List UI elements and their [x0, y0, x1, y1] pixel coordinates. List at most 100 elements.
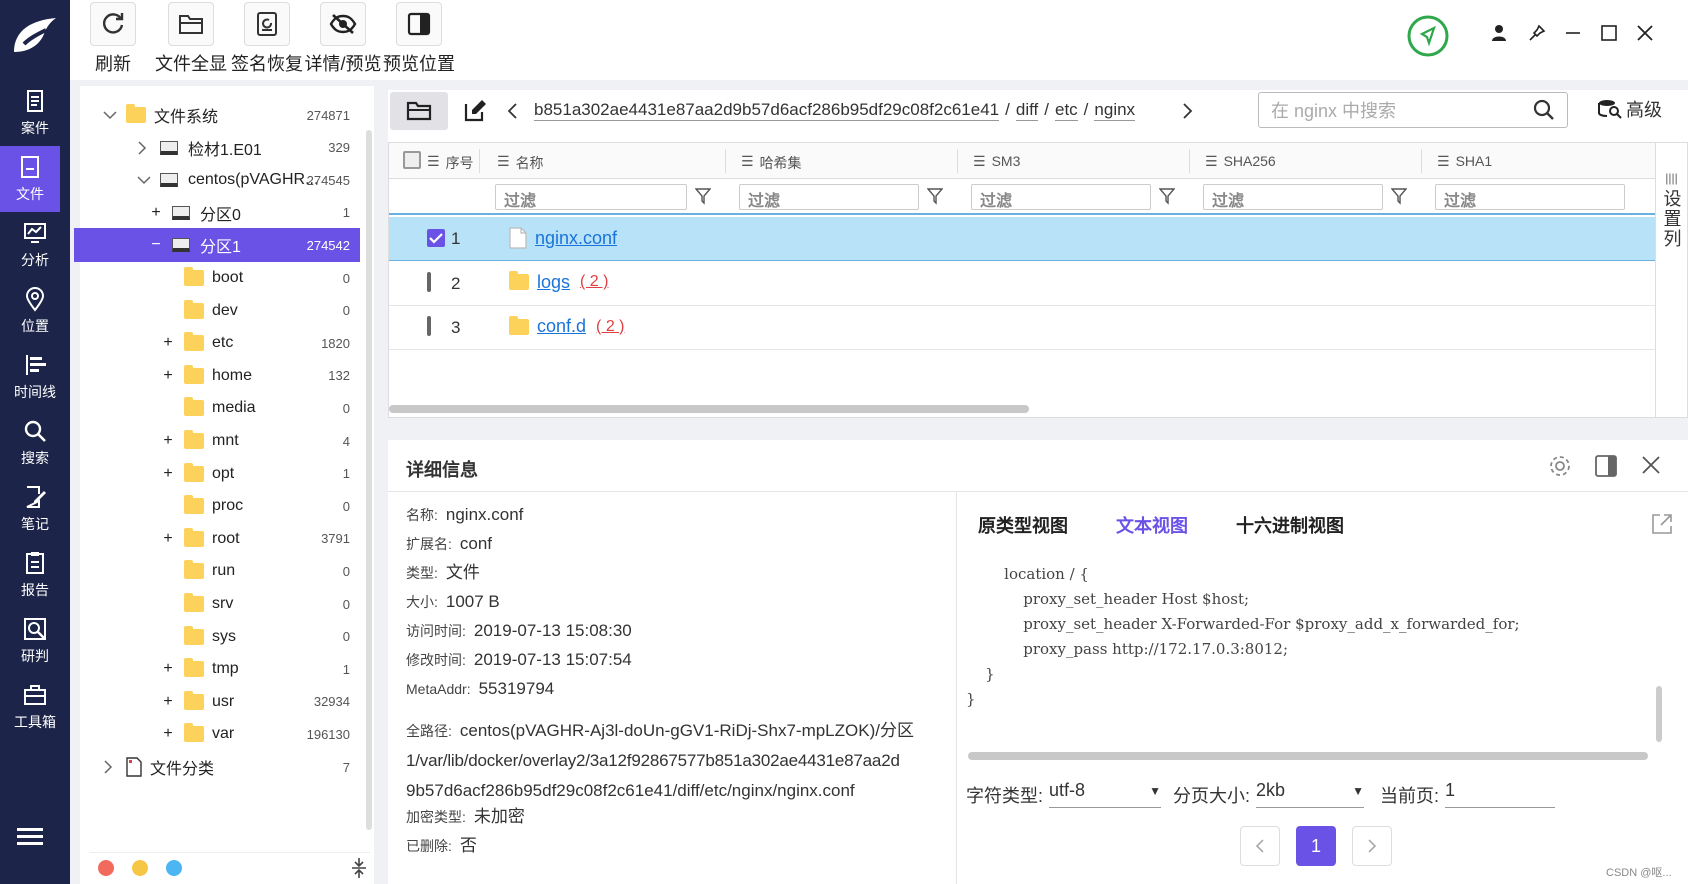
code-vscrollbar[interactable] — [1656, 686, 1662, 742]
settings-gear-icon[interactable] — [1548, 454, 1572, 478]
folder-view-button[interactable] — [390, 92, 448, 130]
advanced-search-button[interactable]: 高级 — [1598, 96, 1662, 122]
column-settings-button[interactable]: |||| 设置列 — [1656, 142, 1688, 418]
table-row[interactable]: 2 logs ( 2 ) — [389, 262, 1655, 306]
col-header-sm3[interactable]: ☰ SM3 — [973, 153, 1020, 170]
connection-status-icon[interactable] — [1406, 14, 1450, 58]
expand-toggle-icon[interactable]: + — [160, 693, 176, 711]
tree-item[interactable]: + 分区0 1 — [80, 196, 360, 230]
detail-preview-button[interactable]: 详情/预览 — [304, 2, 382, 78]
select-all-checkbox[interactable] — [403, 151, 421, 169]
menu-icon[interactable] — [17, 826, 43, 846]
breadcrumb-segment[interactable]: b851a302ae4431e87aa2d9b57d6acf286b95df29… — [534, 100, 1000, 121]
row-checkbox[interactable] — [427, 271, 431, 292]
tab-raw-view[interactable]: 原类型视图 — [978, 512, 1068, 538]
child-count[interactable]: ( 2 ) — [596, 318, 624, 336]
nav-item-judge[interactable]: 研判 — [0, 608, 70, 674]
expand-toggle-icon[interactable]: + — [148, 204, 164, 222]
sha1-filter-input[interactable]: 过滤 — [1435, 184, 1625, 210]
page-number-button[interactable]: 1 — [1296, 826, 1336, 866]
close-detail-icon[interactable] — [1640, 454, 1662, 476]
tree-item[interactable]: + opt 1 — [80, 457, 360, 491]
edit-path-icon[interactable] — [462, 98, 488, 124]
maximize-icon[interactable] — [1594, 18, 1624, 48]
nav-item-notes[interactable]: 笔记 — [0, 476, 70, 542]
split-panel-icon[interactable] — [1594, 454, 1618, 478]
col-header-sha256[interactable]: ☰ SHA256 — [1205, 153, 1276, 170]
tree-item[interactable]: sys 0 — [80, 620, 360, 654]
tree-item[interactable]: boot 0 — [80, 261, 360, 295]
breadcrumb-segment[interactable]: diff — [1015, 100, 1039, 121]
nav-item-analysis[interactable]: 分析 — [0, 212, 70, 278]
col-header-hashset[interactable]: ☰ 哈希集 — [741, 153, 802, 173]
tree-item[interactable]: + tmp 1 — [80, 652, 360, 686]
tree-item[interactable]: + usr 32934 — [80, 685, 360, 719]
expand-toggle-icon[interactable]: − — [148, 236, 164, 254]
expand-toggle-icon[interactable]: + — [160, 367, 176, 385]
tree-item[interactable]: + mnt 4 — [80, 424, 360, 458]
breadcrumb-segment[interactable]: nginx — [1094, 100, 1136, 121]
nav-item-search[interactable]: 搜索 — [0, 410, 70, 476]
pin-icon[interactable] — [1522, 18, 1552, 48]
grid-hscrollbar[interactable] — [389, 405, 1029, 413]
nav-item-timeline[interactable]: 时间线 — [0, 344, 70, 410]
search-input[interactable]: 在 nginx 中搜索 — [1258, 92, 1568, 128]
breadcrumb-segment[interactable]: etc — [1054, 100, 1078, 121]
table-row[interactable]: 3 conf.d ( 2 ) — [389, 306, 1655, 350]
expand-toggle-icon[interactable] — [102, 759, 118, 775]
expand-toggle-icon[interactable]: + — [160, 660, 176, 678]
sm3-filter-input[interactable]: 过滤 — [971, 184, 1151, 210]
file-name-link[interactable]: logs — [537, 272, 570, 293]
filter-icon[interactable] — [927, 187, 943, 205]
expand-toggle-icon[interactable] — [136, 174, 152, 186]
tree-item[interactable]: run 0 — [80, 554, 360, 588]
tree-item[interactable]: − 分区1 274542 — [74, 228, 360, 263]
open-external-icon[interactable] — [1650, 512, 1674, 536]
tab-text-view[interactable]: 文本视图 — [1116, 512, 1188, 538]
path-back-icon[interactable] — [506, 102, 518, 120]
tree-item[interactable]: + home 132 — [80, 359, 360, 393]
prev-page-button[interactable] — [1240, 826, 1280, 866]
curpage-input[interactable]: 1 — [1445, 780, 1556, 808]
nav-item-case[interactable]: 案件 — [0, 80, 70, 146]
expand-toggle-icon[interactable] — [136, 140, 152, 156]
tree-item[interactable]: centos(pVAGHR... 274545 — [80, 163, 360, 197]
table-row[interactable]: 1 nginx.conf — [389, 217, 1655, 261]
col-header-name[interactable]: ☰ 名称 — [497, 153, 544, 173]
path-forward-icon[interactable] — [1182, 102, 1194, 120]
filter-icon[interactable] — [1391, 187, 1407, 205]
expand-toggle-icon[interactable]: + — [160, 465, 176, 483]
charset-select[interactable]: utf-8 ▼ — [1049, 780, 1162, 808]
name-filter-input[interactable]: 过滤 — [495, 184, 687, 210]
tree-scrollbar[interactable] — [366, 130, 372, 830]
tree-item[interactable]: dev 0 — [80, 294, 360, 328]
file-name-link[interactable]: conf.d — [537, 316, 586, 337]
nav-item-file[interactable]: 文件 — [0, 146, 60, 212]
nav-item-toolbox[interactable]: 工具箱 — [0, 674, 70, 740]
minimize-icon[interactable] — [1558, 18, 1588, 48]
sig-recover-button[interactable]: 签名恢复 — [228, 2, 306, 78]
nav-item-location[interactable]: 位置 — [0, 278, 70, 344]
expand-toggle-icon[interactable]: + — [160, 725, 176, 743]
expand-toggle-icon[interactable]: + — [160, 432, 176, 450]
code-hscrollbar[interactable] — [968, 752, 1648, 760]
sha256-filter-input[interactable]: 过滤 — [1203, 184, 1383, 210]
tree-item[interactable]: media 0 — [80, 391, 360, 425]
red-dot-icon[interactable] — [98, 859, 114, 876]
overview-button[interactable]: 文件全显 — [152, 2, 230, 78]
tree-item[interactable]: srv 0 — [80, 587, 360, 621]
yellow-dot-icon[interactable] — [132, 859, 148, 876]
filter-icon[interactable] — [1159, 187, 1175, 205]
expand-toggle-icon[interactable]: + — [160, 530, 176, 548]
tree-item[interactable]: + var 196130 — [80, 717, 360, 751]
child-count[interactable]: ( 2 ) — [580, 273, 608, 291]
hashset-filter-input[interactable]: 过滤 — [739, 184, 919, 210]
tree-item[interactable]: + etc 1820 — [80, 326, 360, 360]
col-header-sha1[interactable]: ☰ SHA1 — [1437, 153, 1492, 170]
expand-toggle-icon[interactable]: + — [160, 334, 176, 352]
filter-icon[interactable] — [695, 187, 711, 205]
nav-item-report[interactable]: 报告 — [0, 542, 70, 608]
close-window-icon[interactable] — [1630, 18, 1660, 48]
preview-pos-button[interactable]: 预览位置 — [380, 2, 458, 78]
tree-item[interactable]: + root 3791 — [80, 522, 360, 556]
